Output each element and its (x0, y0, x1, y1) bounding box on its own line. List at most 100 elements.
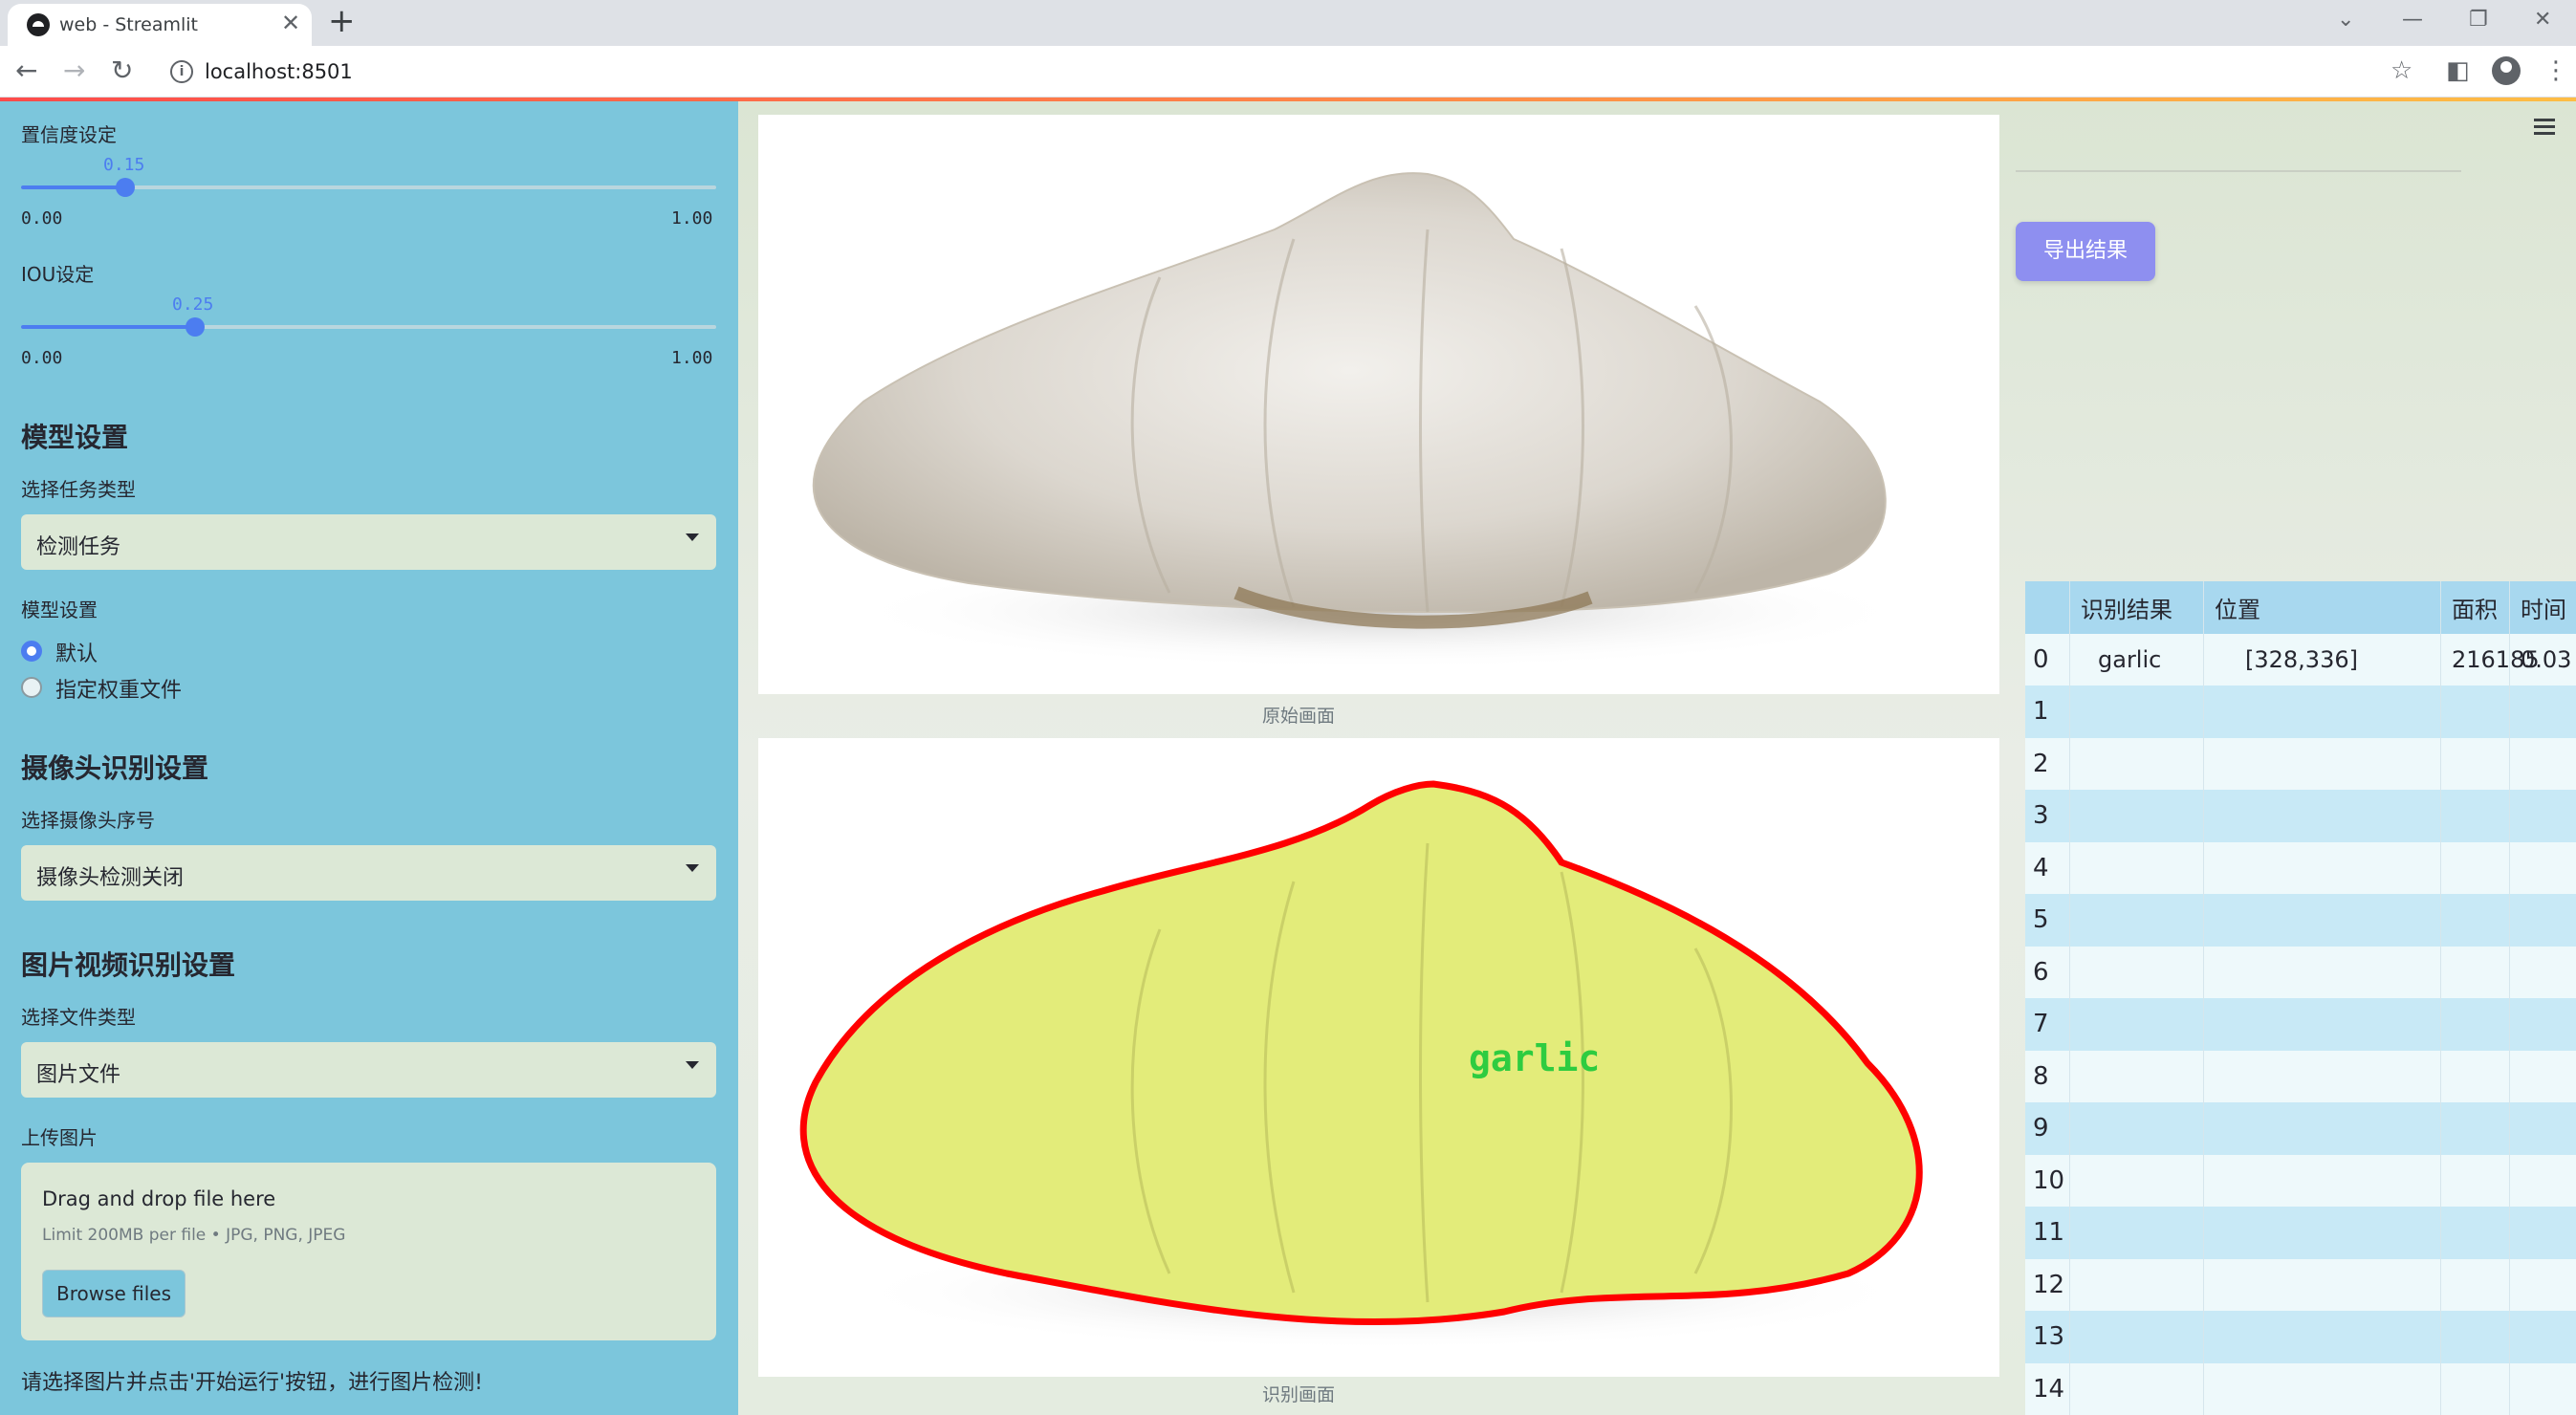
divider (2016, 170, 2461, 172)
radio-default[interactable] (21, 641, 42, 662)
table-row[interactable]: 6 (2025, 946, 2576, 998)
table-row[interactable]: 12 (2025, 1258, 2576, 1311)
url-text[interactable]: localhost:8501 (205, 60, 353, 83)
column-divider (2440, 1362, 2441, 1415)
confidence-slider-thumb[interactable] (116, 178, 136, 197)
tab-title: web - Streamlit (59, 14, 198, 35)
table-cell: 7 (2033, 1010, 2049, 1039)
column-divider (2203, 1311, 2204, 1363)
table-header-cell: 时间 (2521, 596, 2566, 623)
table-cell: 1 (2033, 697, 2049, 727)
browser-menu-icon[interactable]: ⋮ (2543, 55, 2568, 86)
column-divider (2069, 841, 2070, 894)
table-row[interactable]: 7 (2025, 998, 2576, 1051)
table-row[interactable]: 4 (2025, 841, 2576, 894)
file-dropzone[interactable]: Drag and drop file here Limit 200MB per … (21, 1163, 716, 1340)
new-tab-icon[interactable]: + (328, 4, 356, 38)
table-cell: 2 (2033, 749, 2049, 778)
column-divider (2440, 1050, 2441, 1102)
reload-icon[interactable]: ↻ (111, 55, 133, 86)
column-divider (2069, 1362, 2070, 1415)
minimize-window-icon[interactable]: — (2402, 8, 2423, 32)
column-divider (2203, 1362, 2204, 1415)
iou-slider[interactable] (21, 317, 716, 337)
results-table[interactable]: 识别结果 位置 面积 时间 0 garlic [328,336] 216185 0.03 1 2 3 4… (2025, 581, 2576, 1415)
table-cell: 6 (2033, 957, 2049, 987)
column-divider (2203, 894, 2204, 947)
camera-index-select[interactable]: 摄像头检测关闭 (21, 845, 716, 901)
table-row[interactable]: 5 (2025, 894, 2576, 947)
forward-arrow-icon[interactable]: → (63, 55, 85, 86)
column-divider (2509, 1362, 2510, 1415)
confidence-slider[interactable] (21, 178, 716, 197)
browser-tab[interactable]: web - Streamlit ✕ (8, 4, 312, 46)
table-row[interactable]: 13 (2025, 1311, 2576, 1363)
iou-slider-thumb[interactable] (185, 317, 205, 337)
side-panel-icon[interactable]: ◧ (2446, 55, 2470, 86)
radio-custom-weights[interactable] (21, 677, 42, 698)
chevron-down-icon (686, 533, 699, 541)
hamburger-menu-icon[interactable] (2534, 119, 2557, 138)
table-cell: 9 (2033, 1114, 2049, 1143)
table-cell: 0 (2033, 644, 2049, 674)
table-row[interactable]: 2 (2025, 737, 2576, 790)
column-divider (2440, 1154, 2441, 1207)
file-type-select[interactable]: 图片文件 (21, 1042, 716, 1098)
table-row[interactable]: 9 (2025, 1102, 2576, 1155)
chevron-down-icon (686, 1061, 699, 1069)
site-info-icon[interactable]: i (170, 60, 193, 83)
table-row[interactable]: 11 (2025, 1207, 2576, 1259)
table-header-cell: 识别结果 (2081, 596, 2172, 623)
column-divider (2509, 633, 2510, 686)
column-divider (2203, 1154, 2204, 1207)
column-divider (2203, 841, 2204, 894)
file-type-label: 选择文件类型 (21, 1006, 136, 1029)
column-divider (2203, 1050, 2204, 1102)
column-divider (2203, 1207, 2204, 1259)
streamlit-favicon-icon (27, 13, 50, 36)
close-window-icon[interactable]: ✕ (2534, 8, 2551, 32)
column-divider (2069, 998, 2070, 1051)
dropzone-title: Drag and drop file here (42, 1187, 276, 1210)
bookmark-star-icon[interactable]: ☆ (2390, 55, 2412, 86)
column-divider (2509, 894, 2510, 947)
radio-default-label[interactable]: 默认 (55, 637, 98, 667)
column-divider (2069, 894, 2070, 947)
table-row[interactable]: 10 (2025, 1154, 2576, 1207)
back-arrow-icon[interactable]: ← (15, 55, 37, 86)
profile-avatar-icon[interactable] (2492, 56, 2521, 85)
chevron-down-icon (686, 864, 699, 872)
table-row[interactable]: 8 (2025, 1050, 2576, 1102)
close-tab-icon[interactable]: ✕ (281, 10, 300, 36)
table-cell: 0.03 (2521, 645, 2572, 673)
column-divider (2069, 1102, 2070, 1155)
table-row[interactable]: 3 (2025, 790, 2576, 842)
column-divider (2509, 1050, 2510, 1102)
task-type-select[interactable]: 检测任务 (21, 514, 716, 570)
column-divider (2509, 1311, 2510, 1363)
column-divider (2509, 998, 2510, 1051)
radio-custom-weights-label[interactable]: 指定权重文件 (55, 673, 182, 704)
column-divider (2509, 1154, 2510, 1207)
restore-window-icon[interactable]: ❐ (2469, 8, 2488, 32)
media-section-title: 图片视频识别设置 (21, 949, 236, 981)
column-divider (2069, 1154, 2070, 1207)
confidence-max: 1.00 (671, 208, 713, 229)
browse-files-button[interactable]: Browse files (42, 1270, 186, 1317)
column-divider (2440, 633, 2441, 686)
export-results-button[interactable]: 导出结果 (2016, 222, 2155, 281)
camera-index-value: 摄像头检测关闭 (36, 866, 185, 890)
table-cell: garlic (2098, 645, 2162, 673)
tab-search-chevron-icon[interactable]: ⌄ (2337, 8, 2354, 32)
confidence-label: 置信度设定 (21, 123, 117, 146)
column-divider (2440, 1207, 2441, 1259)
address-bar[interactable]: i localhost:8501 (155, 52, 2412, 92)
iou-max: 1.00 (671, 348, 713, 368)
result-image-caption: 识别画面 (1262, 1384, 1336, 1405)
column-divider (2069, 1050, 2070, 1102)
table-row[interactable]: 0 garlic [328,336] 216185 0.03 (2025, 633, 2576, 686)
table-row[interactable]: 1 (2025, 686, 2576, 738)
table-header-row[interactable]: 识别结果 位置 面积 时间 (2025, 581, 2576, 634)
iou-min: 0.00 (21, 348, 63, 368)
table-row[interactable]: 14 (2025, 1362, 2576, 1415)
